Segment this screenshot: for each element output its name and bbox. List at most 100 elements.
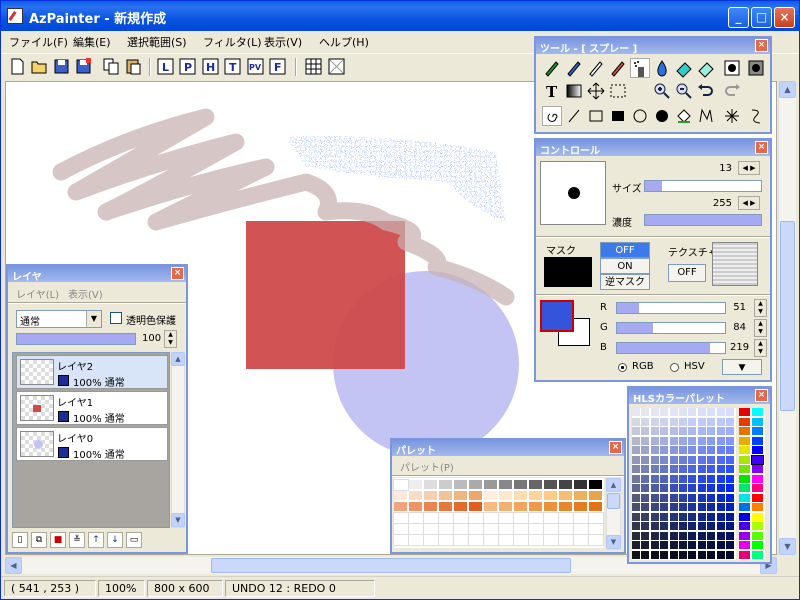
hue-swatch[interactable] <box>739 446 750 454</box>
title-bar[interactable]: AzPainter - 新規作成 _ □ × <box>1 1 799 31</box>
preserve-alpha-checkbox[interactable] <box>110 312 122 324</box>
palette-swatch[interactable] <box>559 480 573 490</box>
hls-swatch[interactable] <box>726 455 734 464</box>
palette-swatch[interactable] <box>454 491 468 501</box>
hls-swatch[interactable] <box>669 522 678 530</box>
hue-swatch[interactable] <box>752 446 763 454</box>
layer-row[interactable]: レイヤ1 100% 通常 <box>16 391 168 425</box>
palette-swatch[interactable] <box>528 512 544 524</box>
layer-l-icon[interactable]: L <box>157 58 174 75</box>
hls-swatch[interactable] <box>679 446 687 454</box>
palette-swatch[interactable] <box>498 523 514 535</box>
save-as-icon[interactable] <box>75 58 92 75</box>
palette-swatch[interactable] <box>589 502 603 512</box>
density-slider[interactable] <box>644 214 762 226</box>
palette-swatch[interactable] <box>439 502 453 512</box>
hls-swatch[interactable] <box>641 531 650 540</box>
move-icon[interactable] <box>586 81 606 101</box>
palette-swatch[interactable] <box>529 480 543 490</box>
hls-swatch[interactable] <box>679 427 687 435</box>
palette-swatch[interactable] <box>393 534 409 546</box>
hls-swatch[interactable] <box>679 522 687 530</box>
hue-swatch[interactable] <box>739 484 750 492</box>
hue-swatch[interactable] <box>739 503 750 511</box>
palette-swatch[interactable] <box>409 480 423 490</box>
hls-swatch[interactable] <box>716 531 725 540</box>
hls-window-close-icon[interactable]: × <box>755 389 768 402</box>
hls-swatch[interactable] <box>679 436 687 445</box>
hls-swatch[interactable] <box>641 455 650 464</box>
palette-swatch[interactable] <box>528 534 544 546</box>
palette-swatch[interactable] <box>423 523 439 535</box>
hue-swatch[interactable] <box>739 474 750 483</box>
hls-swatch[interactable] <box>716 408 725 416</box>
layer-menu-layer[interactable]: レイヤ(L) <box>16 286 59 301</box>
hls-swatch[interactable] <box>641 484 650 492</box>
hue-selector[interactable] <box>739 408 765 560</box>
palette-menu[interactable]: パレット(P) <box>400 459 454 474</box>
hls-swatch[interactable] <box>726 427 734 435</box>
hls-swatch[interactable] <box>660 493 669 502</box>
hls-swatch[interactable] <box>641 427 650 435</box>
hls-swatch[interactable] <box>632 408 640 416</box>
palette-scroll-thumb[interactable] <box>607 493 620 509</box>
grid-icon[interactable] <box>305 58 322 75</box>
layer-t-icon[interactable]: T <box>224 58 241 75</box>
hls-swatch[interactable] <box>679 531 687 540</box>
hue-swatch[interactable] <box>739 522 750 530</box>
palette-swatch[interactable] <box>543 534 559 546</box>
hls-swatch[interactable] <box>650 465 659 473</box>
hls-swatch[interactable] <box>679 417 687 426</box>
star-icon[interactable] <box>722 106 742 126</box>
hue-swatch[interactable] <box>739 541 750 549</box>
hls-swatch[interactable] <box>688 484 697 492</box>
color-mode-dropdown-icon[interactable]: ▼ <box>722 359 762 375</box>
palette-swatch[interactable] <box>483 523 499 535</box>
copy-icon[interactable] <box>103 58 120 75</box>
hls-swatch[interactable] <box>669 512 678 521</box>
hls-swatch[interactable] <box>707 474 716 483</box>
hls-swatch[interactable] <box>697 474 706 483</box>
close-button[interactable]: × <box>774 7 795 28</box>
hls-swatch[interactable] <box>707 446 716 454</box>
hue-swatch[interactable] <box>752 493 763 502</box>
hls-swatch[interactable] <box>688 417 697 426</box>
hls-swatch[interactable] <box>716 541 725 549</box>
hls-swatch[interactable] <box>660 427 669 435</box>
maximize-button[interactable]: □ <box>751 7 772 28</box>
gradient-icon[interactable] <box>564 81 584 101</box>
hls-swatch[interactable] <box>632 446 640 454</box>
palette-swatch[interactable] <box>423 534 439 546</box>
minimize-button[interactable]: _ <box>728 7 749 28</box>
layer-row[interactable]: レイヤ2 100% 通常 <box>16 355 168 389</box>
save-icon[interactable] <box>53 58 70 75</box>
palette-swatch[interactable] <box>468 534 484 546</box>
palette-swatch[interactable] <box>529 502 543 512</box>
hls-swatch[interactable] <box>726 417 734 426</box>
hls-swatch[interactable] <box>679 484 687 492</box>
hls-swatch[interactable] <box>660 417 669 426</box>
hls-swatch[interactable] <box>707 408 716 416</box>
hue-swatch[interactable] <box>752 522 763 530</box>
menu-file[interactable]: ファイル(F) <box>9 34 68 50</box>
palette-swatch[interactable] <box>468 523 484 535</box>
hls-swatch[interactable] <box>716 550 725 559</box>
palette-swatch[interactable] <box>408 512 424 524</box>
hls-swatch[interactable] <box>641 436 650 445</box>
hls-swatch[interactable] <box>650 531 659 540</box>
hls-swatch[interactable] <box>707 541 716 549</box>
layer-list-scrollbar[interactable]: ▲ ▼ <box>171 352 185 528</box>
hls-swatch[interactable] <box>716 503 725 511</box>
layer-h-icon[interactable]: H <box>202 58 219 75</box>
hls-swatch[interactable] <box>679 541 687 549</box>
hls-swatch[interactable] <box>660 408 669 416</box>
hls-swatch[interactable] <box>726 446 734 454</box>
opacity-slider[interactable] <box>16 333 136 345</box>
palette-swatch[interactable] <box>454 480 468 490</box>
pencil-icon[interactable] <box>586 58 606 78</box>
layer-properties-icon[interactable]: ▭ <box>126 532 142 548</box>
hls-swatch[interactable] <box>660 541 669 549</box>
hls-swatch[interactable] <box>679 512 687 521</box>
move-layer-up-icon[interactable]: ↑ <box>88 532 104 548</box>
palette-swatch[interactable] <box>559 502 573 512</box>
